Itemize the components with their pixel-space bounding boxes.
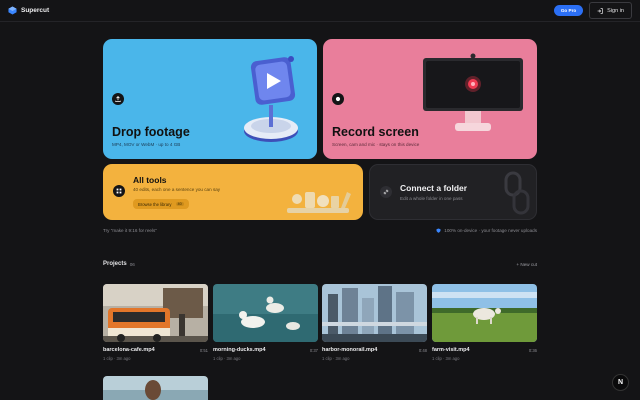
project-thumbnail[interactable]: [432, 284, 537, 342]
project-name: harbor-monorail.mp4: [322, 347, 378, 353]
play-box-illustration-icon: [244, 56, 298, 142]
projects-header: Projects 06 + New cut: [103, 261, 537, 267]
record-screen-card[interactable]: Record screen Screen, cam and mic · stay…: [323, 39, 537, 159]
project-duration: 0:51: [199, 348, 208, 353]
project-card[interactable]: harbor-monorail.mp4 0:48 1 clip · 3m ago: [322, 284, 427, 363]
project-meta: 1 clip · 3m ago: [322, 356, 350, 361]
upload-icon: [112, 93, 124, 105]
tools-illustration-icon: [287, 192, 351, 213]
drop-footage-title: Drop footage: [112, 125, 190, 139]
project-name: barcelona-cafe.mp4: [103, 347, 155, 353]
go-pro-button[interactable]: Go Pro: [553, 5, 584, 16]
shield-icon: [436, 228, 441, 233]
tools-grid-icon: [113, 185, 125, 197]
project-thumbnail[interactable]: [213, 284, 318, 342]
connect-folder-title: Connect a folder: [400, 183, 468, 193]
brand[interactable]: Supercut: [8, 6, 49, 15]
record-screen-title: Record screen: [332, 125, 419, 139]
n-badge-button[interactable]: N: [612, 374, 629, 391]
new-cut-button[interactable]: + New cut: [516, 262, 537, 267]
top-bar: Supercut Go Pro Sign in: [0, 0, 640, 22]
prompt-hint: Try "make it 9:16 for reels": [103, 228, 157, 233]
project-name: farm-visit.mp4: [432, 347, 470, 353]
project-meta: 1 clip · 3m ago: [432, 356, 460, 361]
project-duration: 0:37: [309, 348, 318, 353]
chain-decoration-icon: [504, 171, 530, 215]
hint-row: Try "make it 9:16 for reels" 100% on-dev…: [103, 228, 537, 233]
project-duration: 0:36: [528, 348, 537, 353]
supercut-logo-icon: [8, 6, 17, 15]
projects-title: Projects: [103, 261, 127, 267]
app-name: Supercut: [21, 7, 50, 14]
project-duration: 0:48: [418, 348, 427, 353]
project-card[interactable]: farm-visit.mp4 0:36 1 clip · 3m ago: [432, 284, 537, 363]
browse-library-label: Browse the library: [138, 201, 172, 207]
record-screen-subtitle: Screen, cam and mic · stays on this devi…: [332, 142, 420, 147]
project-name: morning-ducks.mp4: [213, 347, 266, 353]
privacy-note: 100% on-device · your footage never uplo…: [444, 228, 537, 233]
drop-footage-card[interactable]: Drop footage MP4, MOV or WebM · up to 4 …: [103, 39, 317, 159]
project-card[interactable]: [103, 376, 208, 400]
browse-library-button[interactable]: Browse the library 40: [133, 199, 189, 209]
sign-in-label: Sign in: [607, 7, 624, 14]
link-icon: [380, 186, 392, 198]
new-cut-label: New cut: [520, 261, 537, 267]
record-icon: [332, 93, 344, 105]
project-meta: 1 clip · 3m ago: [213, 356, 241, 361]
project-thumbnail[interactable]: [103, 284, 208, 342]
browse-library-count: 40: [175, 202, 184, 206]
connect-folder-subtitle: Edit a whole folder in one pass: [400, 196, 463, 201]
all-tools-subtitle: 40 edits, each one a sentence you can sa…: [133, 187, 221, 192]
project-meta: 1 clip · 3m ago: [103, 356, 131, 361]
sign-in-button[interactable]: Sign in: [589, 2, 632, 19]
project-thumbnail[interactable]: [103, 376, 208, 400]
all-tools-title: All tools: [133, 175, 167, 185]
sign-in-icon: [597, 7, 603, 14]
connect-folder-card[interactable]: Connect a folder Edit a whole folder in …: [369, 164, 537, 220]
all-tools-card[interactable]: All tools 40 edits, each one a sentence …: [103, 164, 363, 220]
drop-footage-subtitle: MP4, MOV or WebM · up to 4 GB: [112, 142, 181, 147]
projects-count: 06: [129, 261, 135, 267]
project-thumbnail[interactable]: [322, 284, 427, 342]
project-card[interactable]: barcelona-cafe.mp4 0:51 1 clip · 3m ago: [103, 284, 208, 363]
monitor-illustration-icon: [423, 53, 523, 131]
project-card[interactable]: morning-ducks.mp4 0:37 1 clip · 3m ago: [213, 284, 318, 363]
